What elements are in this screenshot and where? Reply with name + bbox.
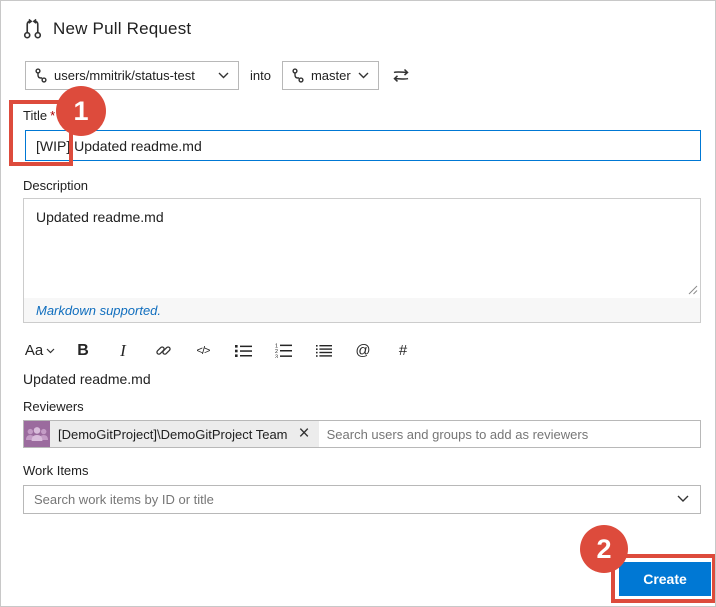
target-branch-dropdown[interactable]: master bbox=[281, 61, 379, 90]
new-pull-request-form: New Pull Request users/mmitrik/status-te… bbox=[0, 0, 716, 607]
reviewers-label: Reviewers bbox=[23, 399, 84, 414]
remove-reviewer-icon[interactable]: × bbox=[294, 424, 319, 445]
annotation-step-1-badge: 1 bbox=[56, 86, 106, 136]
bullet-list-icon bbox=[234, 344, 252, 357]
task-list-button[interactable] bbox=[303, 337, 343, 364]
branch-icon bbox=[292, 68, 304, 83]
description-box: Updated readme.md Markdown supported. bbox=[23, 198, 701, 323]
reviewer-chip-name: [DemoGitProject]\DemoGitProject Team bbox=[58, 426, 288, 442]
create-button[interactable]: Create bbox=[619, 562, 711, 596]
bullet-list-button[interactable] bbox=[223, 337, 263, 364]
code-button[interactable]: </> bbox=[183, 337, 223, 364]
formatting-toolbar: Aa B I </> 1 2 3 @ # bbox=[17, 337, 423, 364]
work-items-search-input[interactable] bbox=[23, 485, 701, 514]
title-input[interactable] bbox=[25, 130, 701, 161]
description-preview-text: Updated readme.md bbox=[23, 371, 151, 387]
branch-selector-row: users/mmitrik/status-test into master bbox=[25, 61, 412, 90]
title-label: Title * bbox=[23, 108, 56, 123]
link-button[interactable] bbox=[143, 337, 183, 364]
source-branch-name: users/mmitrik/status-test bbox=[54, 68, 195, 83]
link-icon bbox=[155, 346, 171, 355]
bold-button[interactable]: B bbox=[63, 337, 103, 364]
reviewer-chip[interactable]: [DemoGitProject]\DemoGitProject Team × bbox=[24, 421, 319, 447]
italic-button[interactable]: I bbox=[103, 337, 143, 364]
resize-handle-icon[interactable] bbox=[687, 284, 698, 295]
markdown-supported-link[interactable]: Markdown supported. bbox=[36, 303, 161, 318]
page-title: New Pull Request bbox=[53, 18, 192, 38]
page-header: New Pull Request bbox=[21, 17, 191, 40]
pull-request-icon bbox=[21, 17, 44, 40]
svg-text:3: 3 bbox=[275, 354, 278, 358]
branch-icon bbox=[35, 68, 47, 83]
description-textarea[interactable]: Updated readme.md bbox=[24, 199, 700, 298]
required-asterisk: * bbox=[50, 108, 56, 123]
description-label: Description bbox=[23, 178, 89, 193]
chevron-down-icon bbox=[46, 348, 55, 353]
source-branch-dropdown[interactable]: users/mmitrik/status-test bbox=[25, 61, 239, 90]
reviewers-input-row[interactable]: [DemoGitProject]\DemoGitProject Team × S… bbox=[23, 420, 701, 448]
numbered-list-button[interactable]: 1 2 3 bbox=[263, 337, 303, 364]
team-avatar bbox=[24, 421, 50, 447]
chevron-down-icon bbox=[358, 72, 369, 79]
work-items-label: Work Items bbox=[23, 463, 89, 478]
target-branch-name: master bbox=[310, 68, 351, 83]
swap-branches-icon[interactable] bbox=[390, 66, 412, 85]
into-label: into bbox=[250, 68, 271, 83]
reviewers-search-placeholder[interactable]: Search users and groups to add as review… bbox=[327, 427, 589, 442]
work-items-input-row bbox=[23, 485, 701, 514]
chevron-down-icon bbox=[218, 72, 229, 79]
work-item-link-button[interactable]: # bbox=[383, 337, 423, 364]
description-footer: Markdown supported. bbox=[24, 298, 700, 322]
task-list-icon bbox=[315, 344, 332, 357]
numbered-list-icon: 1 2 3 bbox=[275, 344, 292, 358]
mention-button[interactable]: @ bbox=[343, 337, 383, 364]
text-format-dropdown-button[interactable]: Aa bbox=[17, 337, 63, 364]
